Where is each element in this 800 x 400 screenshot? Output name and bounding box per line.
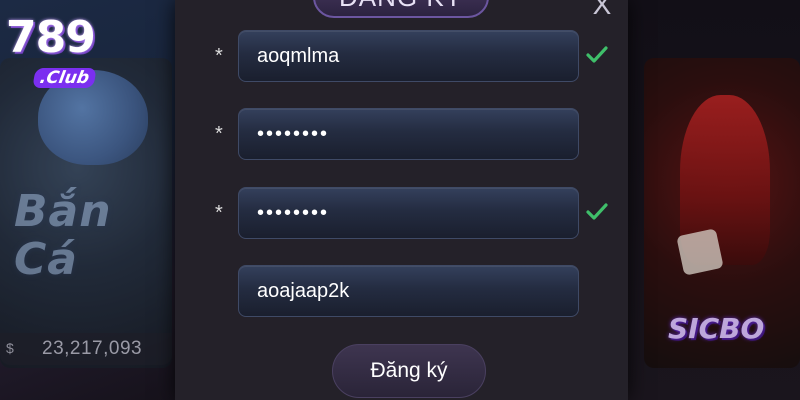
close-icon[interactable]: X (587, 0, 617, 19)
username-row: * aoqmlma (175, 30, 628, 84)
register-submit-button[interactable]: Đăng ký (332, 344, 486, 398)
password-row: * •••••••• (175, 108, 628, 162)
logo-suffix: .Club (32, 68, 97, 88)
confirm-password-row: * •••••••• (175, 187, 628, 241)
required-marker: * (215, 202, 223, 224)
modal-title: ĐĂNG KÝ (313, 0, 489, 18)
username-field[interactable]: aoqmlma (238, 30, 579, 82)
background-game-tile-sicbo: SICBO (628, 0, 800, 400)
checkmark-icon (586, 46, 608, 63)
confirm-password-field[interactable]: •••••••• (238, 187, 579, 239)
register-modal: ĐĂNG KÝ X * aoqmlma * •••••••• * •••••••… (175, 0, 628, 400)
banca-game-title: Bắn Cá (14, 186, 112, 285)
checkmark-icon (586, 203, 608, 220)
referral-code-field[interactable]: aoajaap2k (238, 265, 579, 317)
referral-row: aoajaap2k (175, 265, 628, 319)
required-marker: * (215, 45, 223, 67)
sicbo-game-title: SICBO (668, 312, 765, 345)
logo-number: 789 (6, 12, 96, 63)
currency-symbol: $ (6, 340, 14, 356)
jackpot-amount: 23,217,093 (42, 338, 143, 359)
jackpot-bar: $ 23,217,093 (0, 333, 172, 365)
brand-logo: 789 .Club (6, 6, 101, 88)
password-field[interactable]: •••••••• (238, 108, 579, 160)
dice-icon (676, 228, 724, 276)
required-marker: * (215, 123, 223, 145)
